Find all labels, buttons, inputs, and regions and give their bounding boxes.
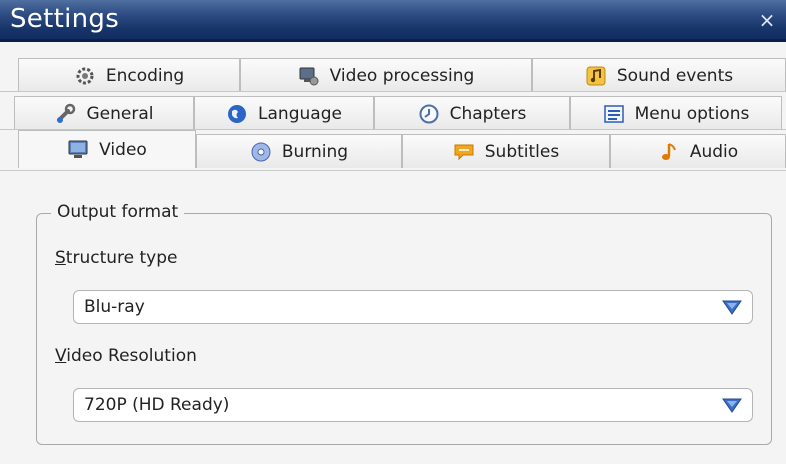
dropdown-arrow-icon[interactable] — [720, 296, 744, 318]
group-legend: Output format — [51, 202, 185, 222]
output-format-group: Output format Structure type Blu-ray Vid… — [36, 202, 772, 445]
tab-subtitles[interactable]: Subtitles — [402, 134, 610, 168]
select-value: Blu-ray — [84, 297, 145, 317]
tab-label: General — [86, 103, 154, 124]
tab-chapters[interactable]: Chapters — [374, 96, 570, 130]
tab-burning[interactable]: Burning — [196, 134, 402, 168]
tab-label: Language — [258, 103, 342, 124]
tab-label: Burning — [281, 141, 349, 162]
tab-general[interactable]: General — [14, 96, 194, 130]
gear-icon — [76, 67, 94, 84]
close-icon[interactable]: × — [756, 9, 778, 31]
tab-video[interactable]: Video — [18, 130, 196, 168]
tab-label: Chapters — [449, 103, 527, 124]
tab-language[interactable]: Language — [194, 96, 374, 130]
clock-icon — [419, 104, 439, 123]
title-bar: Settings × — [0, 0, 786, 42]
tab-video-processing[interactable]: Video processing — [240, 58, 532, 92]
tab-label: Menu options — [634, 103, 750, 124]
tab-label: Video — [99, 139, 147, 160]
dropdown-arrow-icon[interactable] — [720, 394, 744, 416]
tab-menu-options[interactable]: Menu options — [570, 96, 782, 130]
video-resolution-select[interactable]: 720P (HD Ready) — [73, 388, 753, 422]
video-settings-panel: Output format Structure type Blu-ray Vid… — [0, 170, 786, 464]
tab-label: Subtitles — [484, 141, 560, 162]
tab-audio[interactable]: Audio — [610, 134, 786, 168]
tab-sound-events[interactable]: Sound events — [532, 58, 786, 92]
tab-label: Encoding — [105, 65, 185, 86]
monitor-icon — [68, 140, 88, 158]
monitor-gear-icon — [299, 67, 319, 85]
disc-icon — [251, 142, 271, 161]
settings-window: Settings × Encoding Video processing Sou… — [0, 0, 786, 464]
speech-bubble-icon — [454, 144, 474, 160]
tab-encoding[interactable]: Encoding — [18, 58, 240, 92]
structure-type-select[interactable]: Blu-ray — [73, 290, 753, 324]
globe-icon — [228, 104, 247, 123]
tab-label: Sound events — [616, 65, 734, 86]
structure-type-label: Structure type — [55, 248, 178, 268]
window-title: Settings — [10, 4, 120, 34]
menu-list-icon — [603, 104, 624, 123]
music-note-icon — [661, 142, 676, 160]
select-value: 720P (HD Ready) — [84, 395, 230, 415]
tab-label: Video processing — [329, 65, 475, 86]
video-resolution-label: Video Resolution — [55, 346, 197, 366]
wrench-icon — [56, 103, 75, 123]
music-note-icon — [586, 66, 606, 85]
tab-label: Audio — [689, 141, 739, 162]
